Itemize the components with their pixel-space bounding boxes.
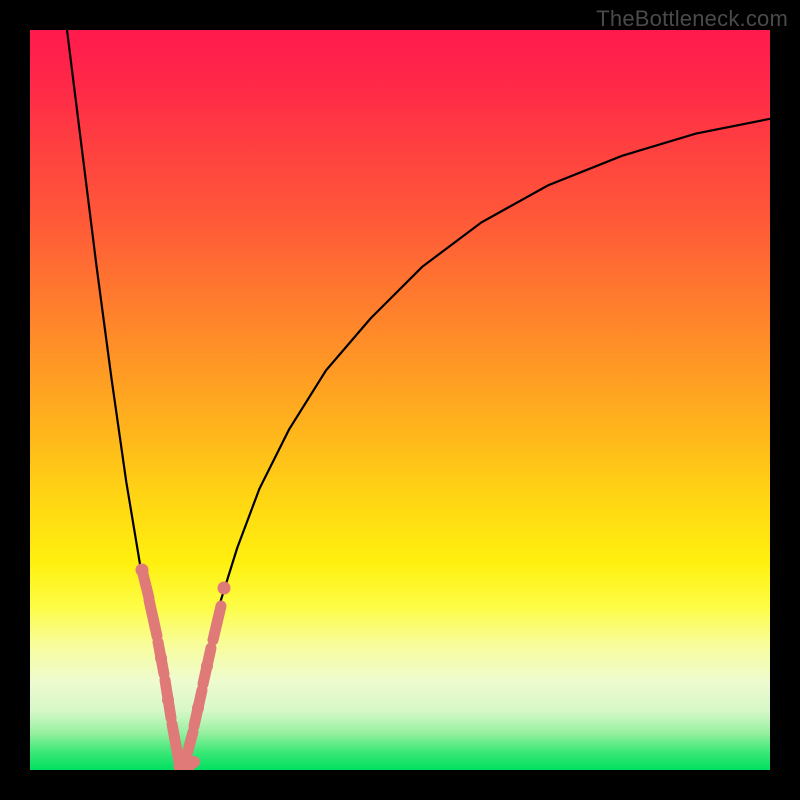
right-arm-curve [181, 119, 770, 770]
bead-cluster-right [186, 582, 231, 759]
bead-cluster-left [136, 564, 188, 771]
curve-layer [30, 30, 770, 770]
plot-area [30, 30, 770, 770]
outer-frame: TheBottleneck.com [0, 0, 800, 800]
watermark-text: TheBottleneck.com [596, 6, 788, 32]
